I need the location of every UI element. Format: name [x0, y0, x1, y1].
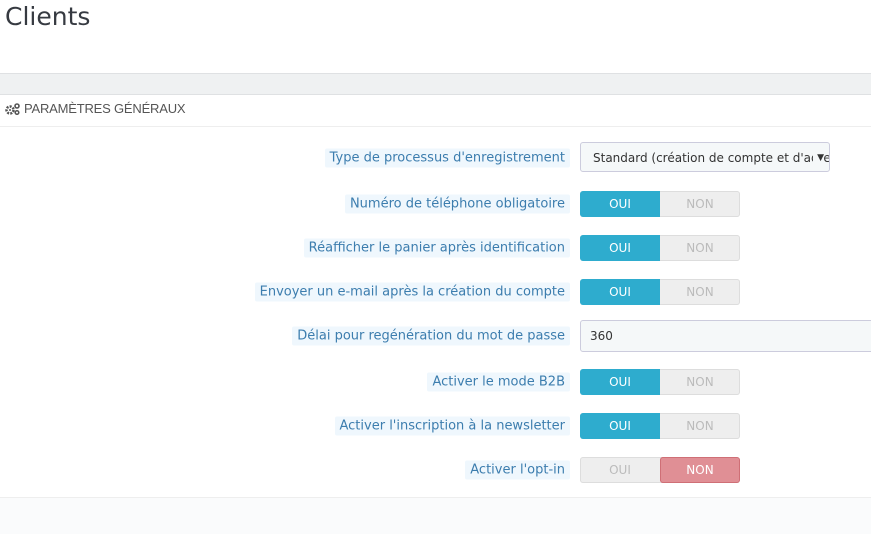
switch-yes-option[interactable]: OUI	[580, 279, 660, 305]
form-row-switch: Numéro de téléphone obligatoire OUI NON	[0, 188, 871, 220]
form-row-switch: Activer l'opt-in OUI NON	[0, 454, 871, 486]
form-row-switch: Activer le mode B2B OUI NON	[0, 366, 871, 398]
field-label: Délai pour regénération du mot de passe	[292, 326, 570, 346]
form-row-registration-type: Type de processus d'enregistrement Stand…	[0, 142, 871, 174]
yes-no-switch[interactable]: OUI NON	[580, 413, 740, 439]
yes-no-switch[interactable]: OUI NON	[580, 191, 740, 217]
page-title: Clients	[5, 2, 91, 31]
switch-no-option[interactable]: NON	[660, 369, 740, 395]
panel-footer	[0, 497, 871, 534]
toolbar-band	[0, 73, 871, 95]
switch-no-option[interactable]: NON	[660, 191, 740, 217]
switch-no-option[interactable]: NON	[660, 279, 740, 305]
panel-heading: PARAMÈTRES GÉNÉRAUX	[5, 101, 186, 116]
field-label: Envoyer un e-mail après la création du c…	[254, 282, 570, 302]
divider	[0, 126, 871, 127]
yes-no-switch[interactable]: OUI NON	[580, 369, 740, 395]
form-row-switch: Activer l'inscription à la newsletter OU…	[0, 410, 871, 442]
switch-no-option[interactable]: NON	[660, 413, 740, 439]
switch-no-option[interactable]: NON	[660, 457, 740, 483]
caret-down-icon: ▼	[813, 143, 824, 171]
switch-yes-option[interactable]: OUI	[580, 235, 660, 261]
yes-no-switch[interactable]: OUI NON	[580, 235, 740, 261]
field-label: Numéro de téléphone obligatoire	[344, 194, 570, 214]
field-label: Type de processus d'enregistrement	[324, 148, 570, 168]
switch-yes-option[interactable]: OUI	[580, 369, 660, 395]
switch-yes-option[interactable]: OUI	[580, 413, 660, 439]
form-row-switch: Réafficher le panier après identificatio…	[0, 232, 871, 264]
yes-no-switch[interactable]: OUI NON	[580, 279, 740, 305]
field-label: Réafficher le panier après identificatio…	[303, 238, 570, 258]
form-row-switch: Envoyer un e-mail après la création du c…	[0, 276, 871, 308]
select-value: Standard (création de compte et d'adress…	[593, 151, 830, 165]
switch-yes-option[interactable]: OUI	[580, 457, 660, 483]
switch-no-option[interactable]: NON	[660, 235, 740, 261]
registration-type-select[interactable]: Standard (création de compte et d'adress…	[580, 142, 830, 172]
field-label: Activer l'inscription à la newsletter	[334, 416, 570, 436]
form-row-password-delay: Délai pour regénération du mot de passe …	[0, 320, 871, 352]
field-label: Activer le mode B2B	[427, 372, 570, 392]
field-label: Activer l'opt-in	[465, 460, 570, 480]
yes-no-switch[interactable]: OUI NON	[580, 457, 740, 483]
panel-heading-text: PARAMÈTRES GÉNÉRAUX	[24, 101, 186, 116]
password-delay-input[interactable]: 360	[580, 320, 871, 352]
switch-yes-option[interactable]: OUI	[580, 191, 660, 217]
cogs-icon	[5, 102, 20, 115]
